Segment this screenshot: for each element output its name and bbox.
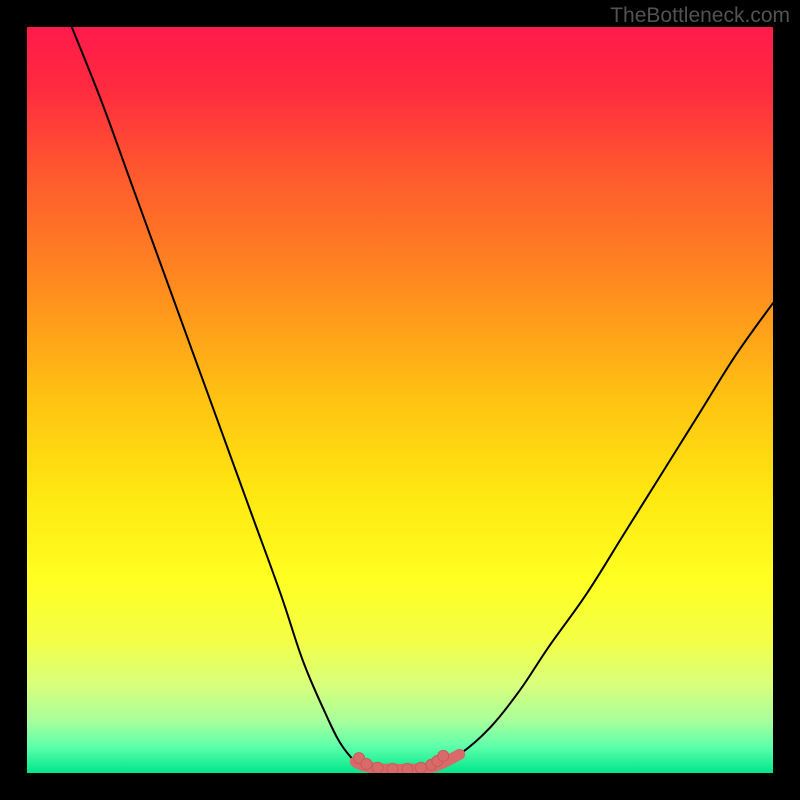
trough-marker-dot — [438, 750, 449, 761]
outer-frame: TheBottleneck.com — [0, 0, 800, 800]
trough-marker-dot — [415, 762, 426, 773]
chart-svg — [27, 27, 773, 773]
trough-marker-dot — [372, 762, 383, 773]
plot-area — [27, 27, 773, 773]
watermark-text: TheBottleneck.com — [610, 4, 790, 28]
gradient-background — [27, 27, 773, 773]
trough-marker-dot — [361, 759, 372, 770]
trough-marker-dot — [402, 763, 413, 773]
trough-marker-dot — [387, 763, 398, 773]
